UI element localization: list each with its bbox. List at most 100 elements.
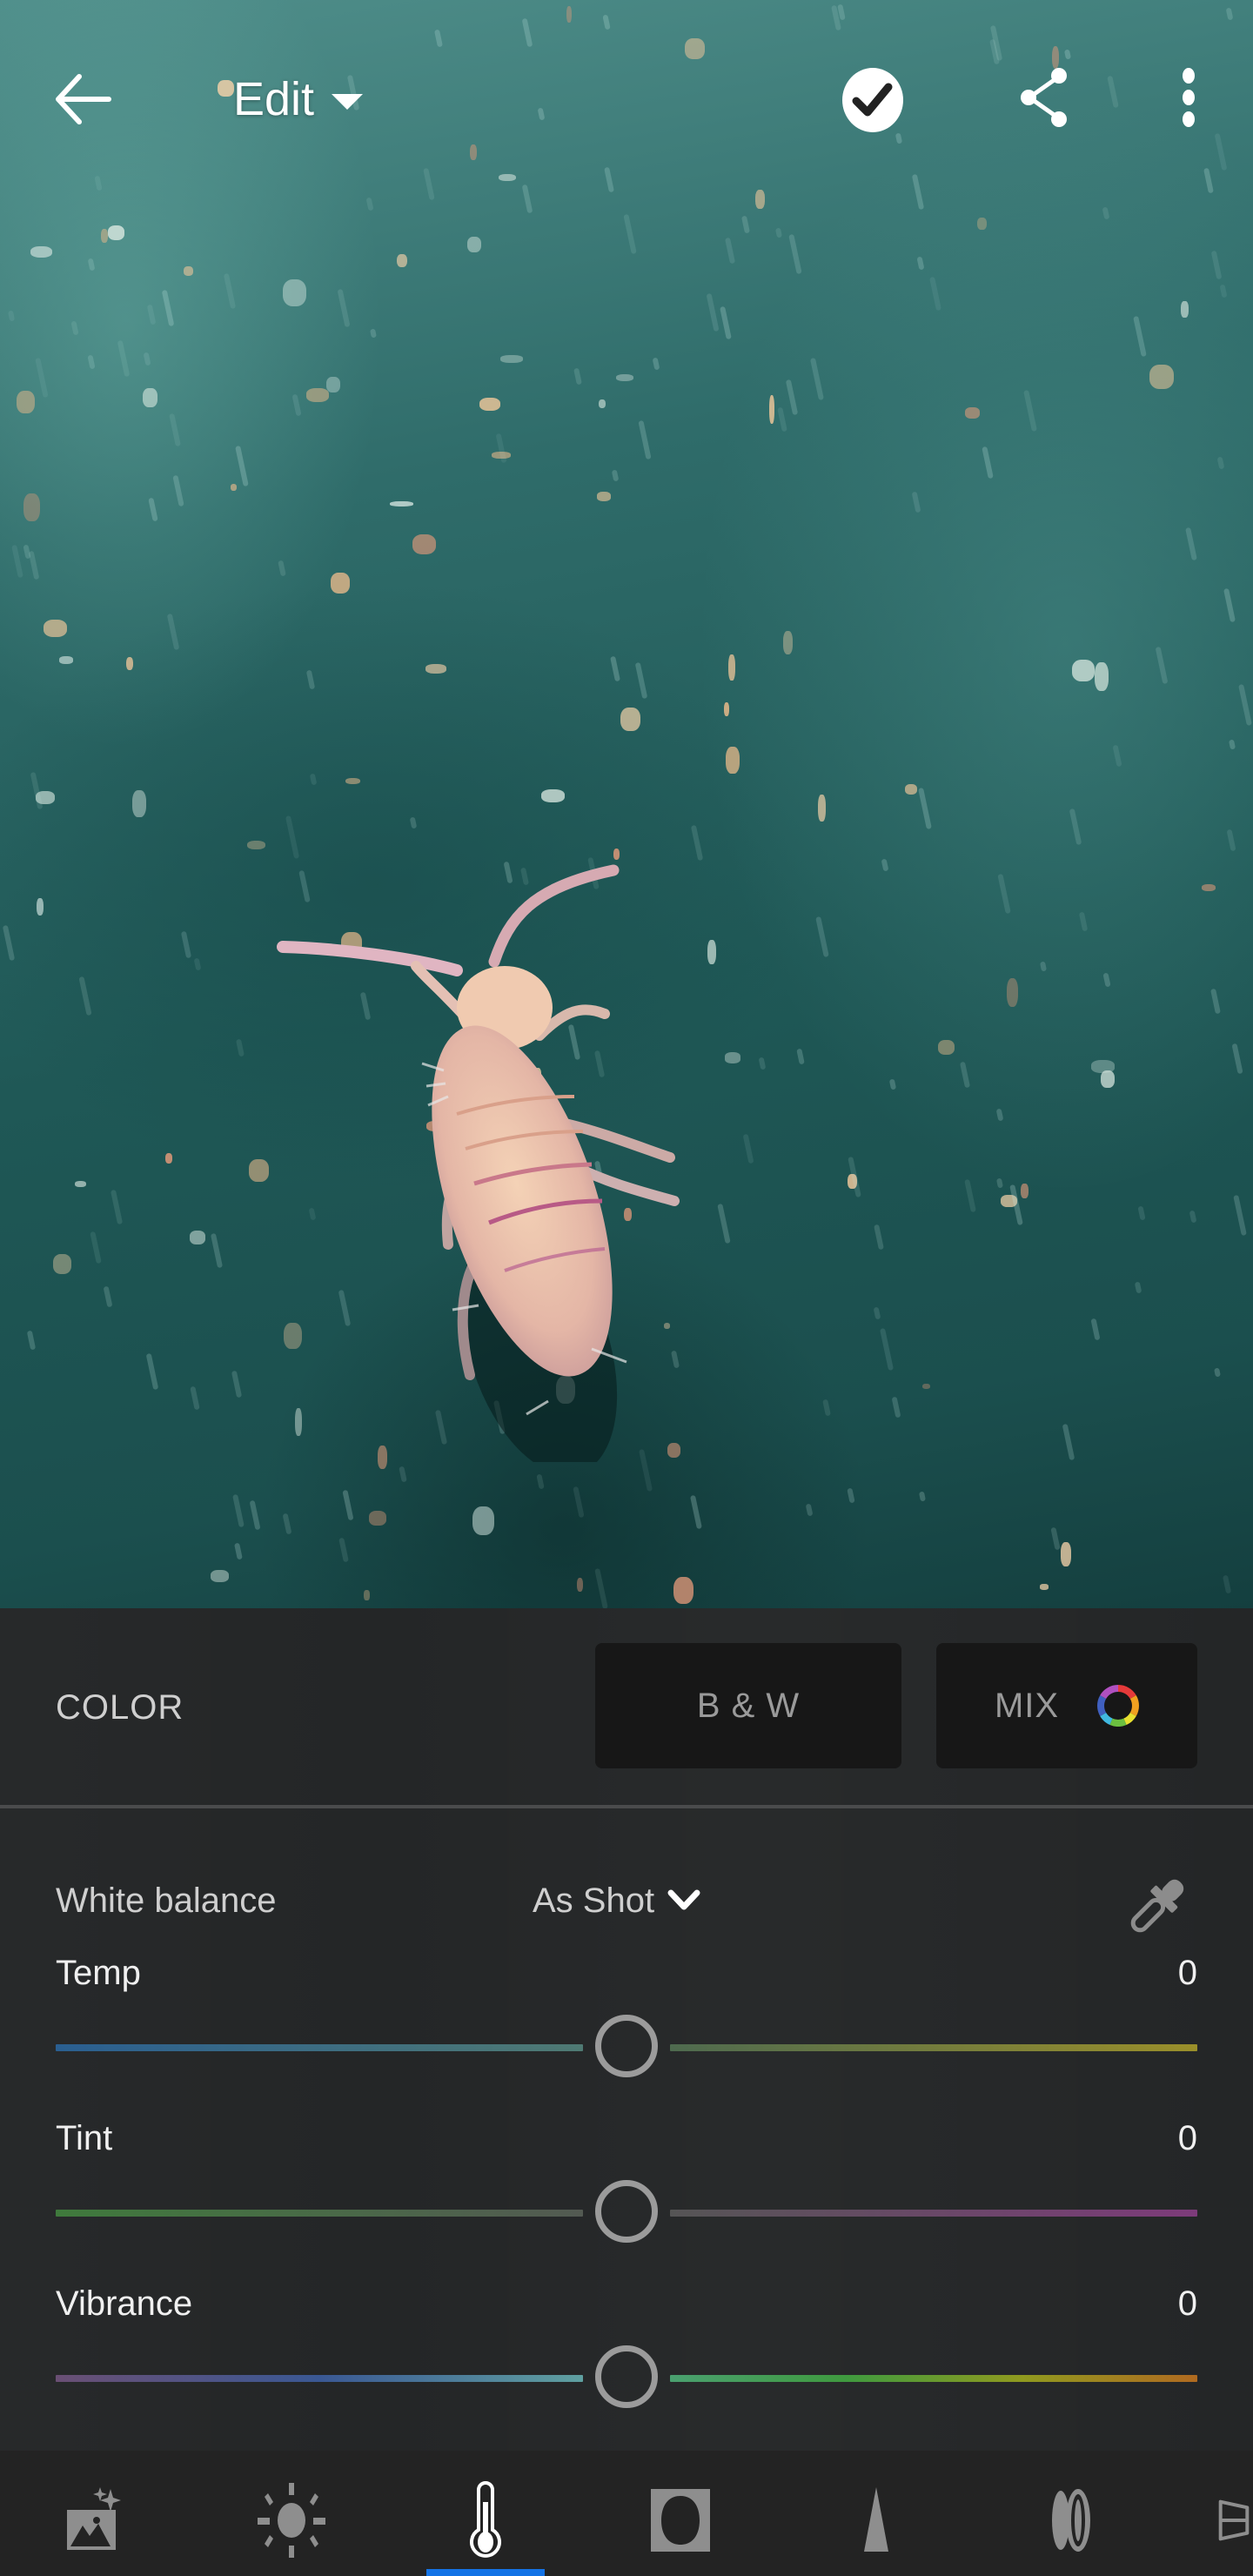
slider-value[interactable]: 0 bbox=[1178, 2119, 1197, 2158]
photo-streak bbox=[634, 661, 648, 700]
photo-streak bbox=[573, 367, 582, 386]
photo-streak bbox=[235, 1038, 245, 1057]
tool-presets[interactable] bbox=[47, 2485, 143, 2555]
thermometer-icon bbox=[470, 2481, 501, 2558]
lens-icon bbox=[1052, 2489, 1090, 2552]
slider-track-left[interactable] bbox=[56, 2044, 583, 2051]
photo-speck bbox=[467, 237, 482, 253]
photo-streak bbox=[234, 1542, 244, 1560]
share-button[interactable] bbox=[1013, 63, 1075, 132]
photo-speck bbox=[1202, 883, 1216, 891]
back-button[interactable] bbox=[45, 68, 118, 131]
photo-speck bbox=[1090, 1060, 1115, 1073]
photo-streak bbox=[1062, 1423, 1075, 1460]
vignette-icon bbox=[651, 2489, 710, 2552]
slider-thumb[interactable] bbox=[595, 2015, 658, 2077]
photo-streak bbox=[719, 306, 732, 340]
photo-speck bbox=[965, 406, 980, 419]
photo-streak bbox=[637, 420, 652, 460]
photo-streak bbox=[27, 1331, 37, 1352]
edit-mode-dropdown[interactable]: Edit bbox=[233, 68, 364, 131]
tool-detail[interactable] bbox=[828, 2485, 924, 2555]
photo-speck bbox=[36, 897, 44, 916]
photo-speck bbox=[577, 1577, 584, 1592]
photo-streak bbox=[706, 292, 720, 332]
photo-streak bbox=[181, 930, 192, 959]
tool-optics[interactable] bbox=[1023, 2485, 1119, 2555]
slider-thumb[interactable] bbox=[595, 2180, 658, 2243]
photo-streak bbox=[805, 1503, 813, 1517]
photo-streak bbox=[916, 256, 925, 271]
photo-speck bbox=[726, 747, 740, 774]
photo-speck bbox=[364, 1590, 370, 1600]
photo-streak bbox=[1133, 315, 1148, 358]
black-and-white-button[interactable]: B & W bbox=[595, 1643, 901, 1768]
photo-streak bbox=[609, 656, 620, 682]
photo-speck bbox=[325, 377, 340, 393]
photo-canvas[interactable] bbox=[0, 0, 1253, 1608]
panel-divider bbox=[0, 1805, 1253, 1808]
photo-speck bbox=[23, 493, 40, 521]
photo-streak bbox=[1216, 456, 1225, 471]
photo-speck bbox=[921, 1383, 930, 1390]
photo-streak bbox=[1069, 808, 1082, 846]
photo-speck bbox=[283, 278, 307, 306]
tool-geometry[interactable] bbox=[1218, 2485, 1253, 2555]
slider-track-left[interactable] bbox=[56, 2375, 583, 2382]
photo-streak bbox=[337, 288, 351, 327]
color-mix-button[interactable]: MIX bbox=[936, 1643, 1197, 1768]
photo-streak bbox=[1137, 1205, 1146, 1221]
photo-streak bbox=[210, 1232, 224, 1269]
photo-streak bbox=[573, 1486, 585, 1519]
sun-icon bbox=[258, 2483, 325, 2558]
photo-speck bbox=[727, 654, 735, 681]
eyedropper-button[interactable] bbox=[1122, 1871, 1192, 1941]
slider-temp: Temp 0 bbox=[0, 1954, 1253, 2102]
tool-color[interactable] bbox=[438, 2481, 533, 2558]
slider-track-left[interactable] bbox=[56, 2210, 583, 2217]
slider-track-right[interactable] bbox=[670, 2210, 1197, 2217]
photo-speck bbox=[53, 1253, 72, 1274]
slider-value[interactable]: 0 bbox=[1178, 2284, 1197, 2324]
photo-streak bbox=[777, 406, 788, 433]
more-options-button[interactable] bbox=[1171, 63, 1206, 132]
photo-streak bbox=[291, 393, 302, 417]
photo-speck bbox=[1021, 1184, 1029, 1198]
photo-streak bbox=[35, 357, 49, 399]
photo-speck bbox=[599, 399, 606, 409]
slider-thumb[interactable] bbox=[595, 2345, 658, 2408]
photo-speck bbox=[1181, 301, 1189, 318]
photo-streak bbox=[193, 957, 202, 971]
geometry-icon bbox=[1218, 2499, 1250, 2541]
slider-label: Tint bbox=[56, 2119, 113, 2157]
photo-streak bbox=[231, 1370, 242, 1398]
slider-value[interactable]: 0 bbox=[1178, 1954, 1197, 1993]
photo-speck bbox=[165, 1152, 173, 1164]
photo-streak bbox=[282, 1513, 292, 1535]
photo-speck bbox=[17, 390, 36, 413]
photo-speck bbox=[210, 1569, 229, 1582]
edit-tools-toolbar bbox=[0, 2451, 1253, 2576]
slider-track-right[interactable] bbox=[670, 2044, 1197, 2051]
white-balance-dropdown[interactable]: As Shot bbox=[533, 1875, 701, 1927]
tool-light[interactable] bbox=[244, 2483, 339, 2558]
photo-streak bbox=[172, 475, 184, 507]
photo-streak bbox=[652, 357, 660, 371]
more-vertical-icon bbox=[1183, 68, 1195, 127]
photo-streak bbox=[536, 1473, 546, 1490]
photo-streak bbox=[1219, 284, 1228, 299]
photo-streak bbox=[409, 816, 418, 829]
photo-streak bbox=[1226, 828, 1236, 852]
photo-speck bbox=[425, 664, 446, 674]
photo-streak bbox=[995, 1177, 1004, 1189]
photo-streak bbox=[224, 272, 237, 310]
white-balance-label: White balance bbox=[56, 1882, 277, 1920]
slider-track-right[interactable] bbox=[670, 2375, 1197, 2382]
tool-effects[interactable] bbox=[633, 2485, 728, 2555]
photo-streak bbox=[235, 445, 250, 487]
done-button[interactable] bbox=[839, 66, 907, 134]
photo-streak bbox=[879, 1327, 894, 1371]
photo-speck bbox=[472, 1506, 495, 1535]
photo-speck bbox=[937, 1039, 955, 1055]
photo-streak bbox=[110, 1189, 124, 1224]
